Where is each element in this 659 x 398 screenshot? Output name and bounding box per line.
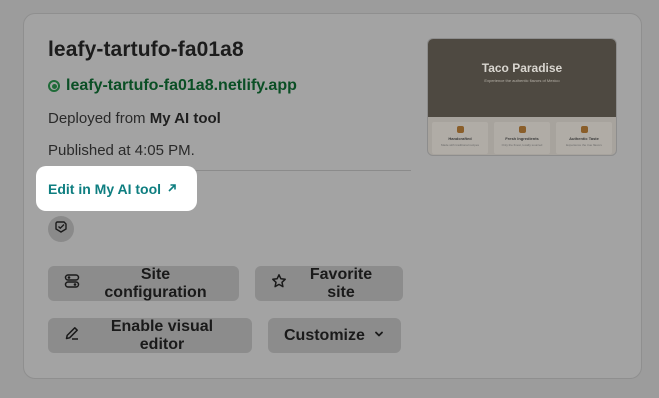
enable-visual-editor-label: Enable visual editor: [110, 317, 214, 353]
toggle-settings-icon: [64, 273, 80, 294]
site-preview-thumbnail[interactable]: Taco Paradise Experience the authentic f…: [427, 38, 617, 156]
preview-card-label: Handcrafted: [448, 136, 472, 141]
ingredient-icon: [518, 126, 526, 133]
verified-badge-icon: [54, 220, 68, 239]
chevron-down-icon: [373, 327, 385, 345]
preview-card-text: Only the finest, locally sourced: [501, 143, 543, 147]
food-icon: [456, 126, 464, 133]
enable-visual-editor-button[interactable]: Enable visual editor: [48, 318, 252, 353]
preview-title: Taco Paradise: [481, 61, 563, 75]
verified-badge-button[interactable]: [48, 216, 74, 242]
deployed-from-line: Deployed from My AI tool: [48, 110, 221, 127]
edit-in-ai-tool-link[interactable]: Edit in My AI tool: [48, 181, 177, 197]
edit-link-label: Edit in My AI tool: [48, 181, 162, 197]
star-icon: [271, 273, 287, 294]
preview-cards: Handcrafted Made with traditional recipe…: [428, 117, 616, 154]
favorite-site-label: Favorite site: [309, 265, 373, 301]
site-configuration-label: Site configuration: [104, 265, 207, 301]
deployed-prefix: Deployed from: [48, 110, 146, 127]
site-url-link[interactable]: leafy-tartufo-fa01a8.netlify.app: [48, 77, 297, 95]
preview-card: Authentic Taste Experience the true flav…: [556, 122, 612, 154]
status-dot-icon: [48, 80, 60, 92]
preview-card: Fresh Ingredients Only the finest, local…: [494, 122, 550, 154]
published-time: Published at 4:05 PM.: [48, 142, 195, 159]
preview-card-label: Fresh Ingredients: [505, 136, 539, 141]
preview-card-label: Authentic Taste: [569, 136, 599, 141]
external-arrow-icon: [167, 182, 177, 196]
site-configuration-button[interactable]: Site configuration: [48, 266, 239, 301]
deployed-source: My AI tool: [149, 110, 221, 127]
pencil-icon: [64, 325, 80, 346]
customize-dropdown-button[interactable]: Customize: [268, 318, 401, 353]
preview-subtitle: Experience the authentic flavors of Mexi…: [484, 78, 560, 83]
preview-hero: Taco Paradise Experience the authentic f…: [428, 39, 616, 117]
preview-card-text: Made with traditional recipes: [440, 143, 480, 147]
favorite-site-button[interactable]: Favorite site: [255, 266, 403, 301]
preview-card-text: Experience the true flavors: [566, 143, 602, 147]
site-name-heading: leafy-tartufo-fa01a8: [48, 38, 244, 61]
flame-icon: [580, 126, 588, 133]
customize-label: Customize: [284, 326, 365, 344]
preview-card: Handcrafted Made with traditional recipe…: [432, 122, 488, 154]
site-url-text: leafy-tartufo-fa01a8.netlify.app: [66, 77, 297, 94]
